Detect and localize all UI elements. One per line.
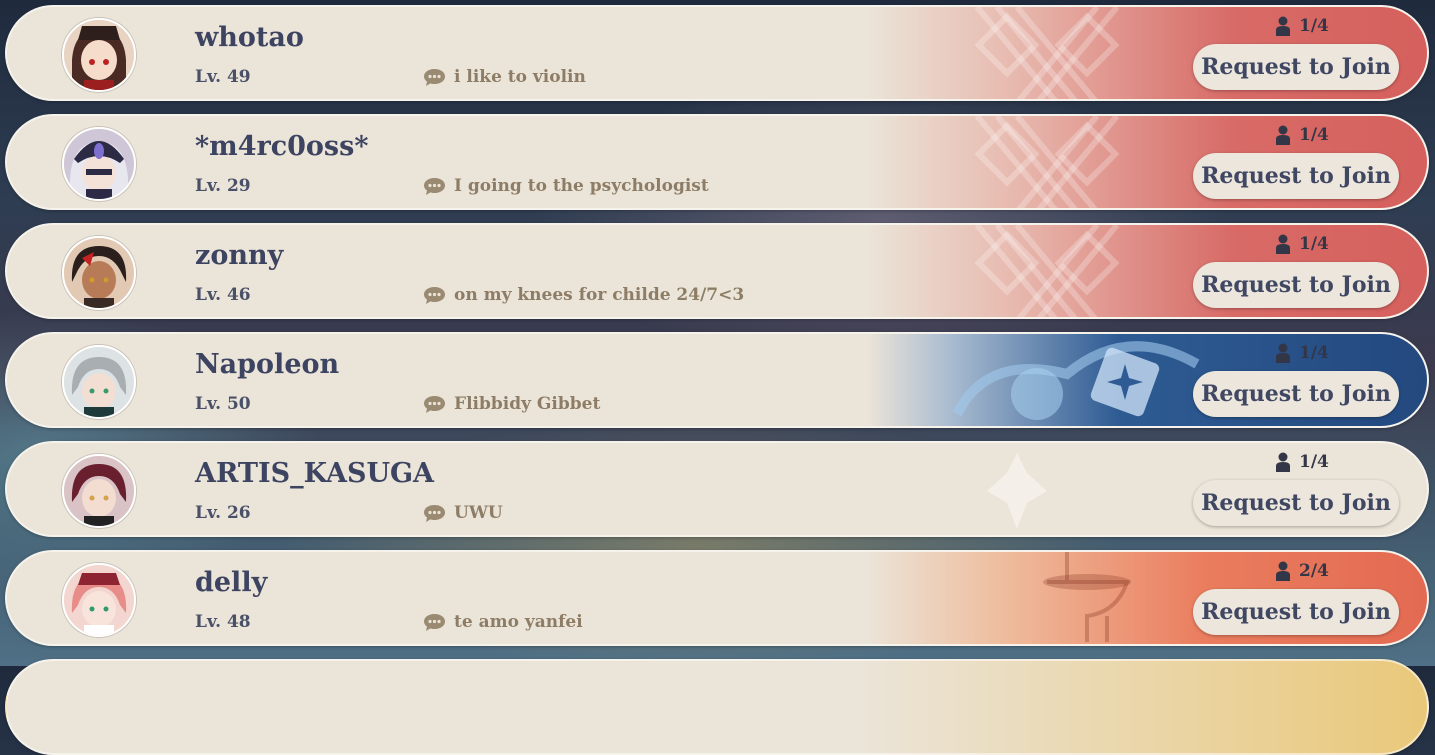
signature-text: Flibbidy Gibbet	[454, 394, 601, 414]
room-row[interactable]: Napoleon Lv. 50 Flibbidy Gibbet 1/4 Requ…	[5, 332, 1429, 428]
room-row[interactable]: whotao Lv. 49 i like to violin 1/4 Reque…	[5, 5, 1429, 101]
room-row[interactable]: delly Lv. 48 te amo yanfei 2/4 Request t…	[5, 550, 1429, 646]
player-level: Lv. 26	[195, 503, 251, 523]
player-count-text: 1/4	[1299, 452, 1329, 472]
player-signature: on my knees for childe 24/7<3	[423, 284, 744, 306]
avatar	[62, 236, 136, 310]
signature-text: UWU	[454, 503, 503, 523]
player-level: Lv. 29	[195, 176, 251, 196]
avatar	[62, 563, 136, 637]
person-icon	[1276, 561, 1290, 581]
player-level: Lv. 48	[195, 612, 251, 632]
request-to-join-button[interactable]: Request to Join	[1193, 480, 1399, 526]
signature-text: i like to violin	[454, 67, 586, 87]
chat-bubble-icon	[424, 395, 445, 413]
room-row[interactable]: *m4rc0oss* Lv. 29 I going to the psychol…	[5, 114, 1429, 210]
player-level: Lv. 46	[195, 285, 251, 305]
request-to-join-button[interactable]: Request to Join	[1193, 44, 1399, 90]
signature-text: te amo yanfei	[454, 612, 583, 632]
player-level: Lv. 50	[195, 394, 251, 414]
player-count-text: 1/4	[1299, 125, 1329, 145]
player-count-text: 1/4	[1299, 343, 1329, 363]
player-name: whotao	[195, 22, 304, 53]
request-to-join-button[interactable]: Request to Join	[1193, 371, 1399, 417]
person-icon	[1276, 343, 1290, 363]
person-icon	[1276, 234, 1290, 254]
player-count: 1/4	[1275, 14, 1329, 38]
player-name: delly	[195, 567, 268, 598]
player-name: *m4rc0oss*	[195, 131, 369, 162]
chat-bubble-icon	[424, 177, 445, 195]
co-op-room-list: whotao Lv. 49 i like to violin 1/4 Reque…	[0, 0, 1435, 755]
player-name: Napoleon	[195, 349, 340, 380]
player-signature: UWU	[423, 502, 503, 524]
chat-bubble-icon	[424, 613, 445, 631]
player-count-text: 1/4	[1299, 16, 1329, 36]
chat-bubble-icon	[424, 68, 445, 86]
player-name: ARTIS_KASUGA	[195, 458, 435, 489]
avatar	[62, 127, 136, 201]
room-row-partial[interactable]	[5, 659, 1429, 755]
player-signature: i like to violin	[423, 66, 586, 88]
request-to-join-button[interactable]: Request to Join	[1193, 262, 1399, 308]
person-icon	[1276, 452, 1290, 472]
room-row[interactable]: ARTIS_KASUGA Lv. 26 UWU 1/4 Request to J…	[5, 441, 1429, 537]
player-count: 1/4	[1275, 232, 1329, 256]
person-icon	[1276, 16, 1290, 36]
signature-text: on my knees for childe 24/7<3	[454, 285, 745, 305]
request-to-join-button[interactable]: Request to Join	[1193, 153, 1399, 199]
request-to-join-button[interactable]: Request to Join	[1193, 589, 1399, 635]
player-signature: te amo yanfei	[423, 611, 583, 633]
player-count-text: 1/4	[1299, 234, 1329, 254]
avatar	[62, 345, 136, 419]
player-signature: I going to the psychologist	[423, 175, 709, 197]
player-signature: Flibbidy Gibbet	[423, 393, 600, 415]
signature-text: I going to the psychologist	[454, 176, 709, 196]
player-level: Lv. 49	[195, 67, 251, 87]
player-count-text: 2/4	[1299, 561, 1329, 581]
chat-bubble-icon	[424, 504, 445, 522]
player-count: 2/4	[1275, 559, 1329, 583]
avatar	[62, 18, 136, 92]
player-name: zonny	[195, 240, 284, 271]
room-row[interactable]: zonny Lv. 46 on my knees for childe 24/7…	[5, 223, 1429, 319]
person-icon	[1276, 125, 1290, 145]
player-count: 1/4	[1275, 123, 1329, 147]
player-count: 1/4	[1275, 341, 1329, 365]
avatar	[62, 454, 136, 528]
player-count: 1/4	[1275, 450, 1329, 474]
chat-bubble-icon	[424, 286, 445, 304]
